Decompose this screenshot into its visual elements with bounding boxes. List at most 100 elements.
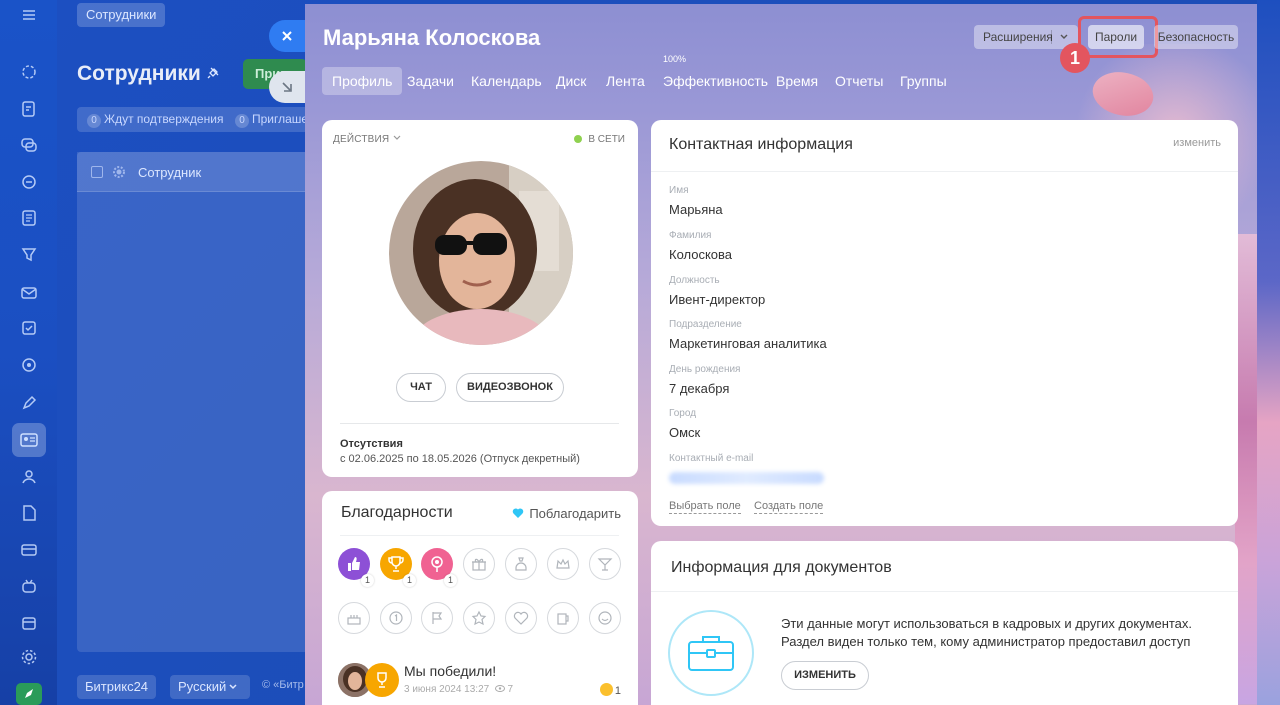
left-sidebar — [0, 0, 57, 705]
thumbs-up-icon[interactable]: 1 — [338, 548, 374, 587]
gear-icon[interactable] — [112, 165, 126, 179]
field-label-first-name: Имя — [669, 185, 689, 196]
rocket-icon[interactable] — [16, 683, 42, 705]
create-field-link[interactable]: Создать поле — [754, 500, 824, 514]
copyright: © «Битр — [262, 679, 304, 691]
flag-icon[interactable] — [421, 602, 453, 634]
post-meta: 3 июня 2024 13:27 7 — [404, 684, 514, 695]
pulse-icon[interactable] — [16, 59, 42, 85]
chat-button[interactable]: Чат — [396, 373, 446, 402]
badge-count: 1 — [403, 574, 416, 587]
checkbox-icon[interactable] — [16, 315, 42, 341]
heart-icon — [512, 507, 524, 519]
tab-groups[interactable]: Группы — [900, 67, 947, 95]
pen-icon[interactable] — [16, 390, 42, 416]
tasks-icon[interactable] — [16, 205, 42, 231]
chevron-down-icon — [393, 134, 401, 142]
select-all-checkbox[interactable] — [91, 166, 103, 178]
tab-disk[interactable]: Диск — [556, 67, 586, 95]
contact-title: Контактная информация — [669, 136, 853, 153]
beer-icon[interactable] — [547, 602, 579, 634]
minimize-slider-button[interactable] — [269, 71, 305, 103]
passwords-button[interactable]: Пароли — [1088, 25, 1144, 49]
cake-icon[interactable] — [338, 602, 370, 634]
tab-reports[interactable]: Отчеты — [835, 67, 883, 95]
employees-icon[interactable] — [12, 423, 46, 457]
close-slider-button[interactable] — [269, 20, 305, 52]
target-icon[interactable] — [16, 352, 42, 378]
chat-icon[interactable] — [16, 132, 42, 158]
edit-contact-link[interactable]: изменить — [1173, 137, 1221, 149]
pin-icon[interactable] — [206, 66, 220, 80]
profile-card: Действия В сети Чат Видеозвонок Отсутств… — [322, 120, 638, 477]
number-one-icon[interactable] — [380, 602, 412, 634]
tab-feed[interactable]: Лента — [606, 67, 645, 95]
heart-icon[interactable] — [505, 602, 537, 634]
tab-time[interactable]: Время — [776, 67, 818, 95]
divider — [340, 535, 619, 536]
cocktail-icon[interactable] — [589, 548, 621, 580]
thanks-card: Благодарности Поблагодарить 1 1 1 Мы поб… — [322, 491, 638, 705]
eye-icon — [494, 685, 505, 693]
chevron-down-icon[interactable] — [1058, 31, 1070, 43]
divider — [340, 423, 619, 424]
tab-calendar[interactable]: Календарь — [471, 67, 542, 95]
post-title[interactable]: Мы победили! — [404, 663, 496, 679]
document-icon[interactable] — [16, 500, 42, 526]
efficiency-percent: 100% — [663, 54, 687, 64]
mail-icon[interactable] — [16, 280, 42, 306]
thanks-title: Благодарности — [341, 504, 453, 521]
star-icon[interactable] — [463, 602, 495, 634]
absence-title: Отсутствия — [340, 438, 403, 450]
contacts-icon[interactable] — [16, 463, 42, 489]
online-dot — [574, 135, 583, 144]
field-value-department[interactable]: Маркетинговая аналитика — [669, 336, 827, 351]
thank-button[interactable]: Поблагодарить — [512, 506, 621, 521]
field-label-last-name: Фамилия — [669, 230, 712, 241]
actions-menu[interactable]: Действия — [333, 134, 401, 145]
edit-documents-button[interactable]: Изменить — [781, 661, 869, 690]
documents-description: Эти данные могут использоваться в кадров… — [781, 616, 1193, 649]
column-employee[interactable]: Сотрудник — [138, 165, 201, 180]
brand-link[interactable]: Битрикс24 — [77, 675, 157, 699]
menu-icon[interactable] — [16, 2, 42, 28]
calendar-icon[interactable] — [16, 610, 42, 636]
trophy-icon — [365, 663, 399, 697]
filter-awaiting[interactable]: 0 Ждут подтверждения — [87, 111, 223, 128]
field-value-last-name: Колоскова — [669, 247, 733, 262]
funnel-icon[interactable] — [16, 241, 42, 267]
contact-info-card: Контактная информация изменить Имя Марья… — [651, 120, 1238, 526]
field-value-email-blurred — [669, 472, 824, 484]
crown-icon[interactable] — [547, 548, 579, 580]
flower-icon[interactable]: 1 — [421, 548, 457, 587]
tab-tasks[interactable]: Задачи — [407, 67, 454, 95]
background-edge — [1257, 0, 1280, 705]
select-field-link[interactable]: Выбрать поле — [669, 500, 741, 514]
grid-header: Сотрудник — [77, 152, 317, 192]
documents-title: Информация для документов — [671, 559, 892, 576]
gift-icon[interactable] — [463, 548, 495, 580]
field-label-department: Подразделение — [669, 319, 742, 330]
trophy-icon[interactable]: 1 — [380, 548, 416, 587]
settings-icon[interactable] — [16, 644, 42, 670]
badge-count: 1 — [444, 574, 457, 587]
chevron-down-icon — [227, 681, 239, 693]
smile-icon[interactable] — [589, 602, 621, 634]
money-bag-icon[interactable] — [505, 548, 537, 580]
edit-document-icon[interactable] — [16, 96, 42, 122]
emoji-icon — [599, 683, 613, 696]
field-value-city: Омск — [669, 425, 701, 440]
post-reactions[interactable]: 1 — [599, 683, 621, 697]
robot-icon[interactable] — [16, 573, 42, 599]
extensions-button[interactable]: Расширения — [974, 25, 1078, 49]
breadcrumb[interactable]: Сотрудники — [77, 3, 166, 27]
tab-efficiency[interactable]: 100% Эффективность — [663, 54, 768, 95]
security-button[interactable]: Безопасность — [1154, 25, 1238, 49]
video-call-button[interactable]: Видеозвонок — [456, 373, 564, 402]
crm-icon[interactable] — [16, 169, 42, 195]
tab-profile[interactable]: Профиль — [322, 67, 403, 95]
avatar[interactable] — [389, 161, 573, 345]
filter-invited[interactable]: 0 Приглаше — [235, 111, 308, 128]
card-icon[interactable] — [16, 537, 42, 563]
profile-name: Марьяна Колоскова — [323, 25, 541, 50]
